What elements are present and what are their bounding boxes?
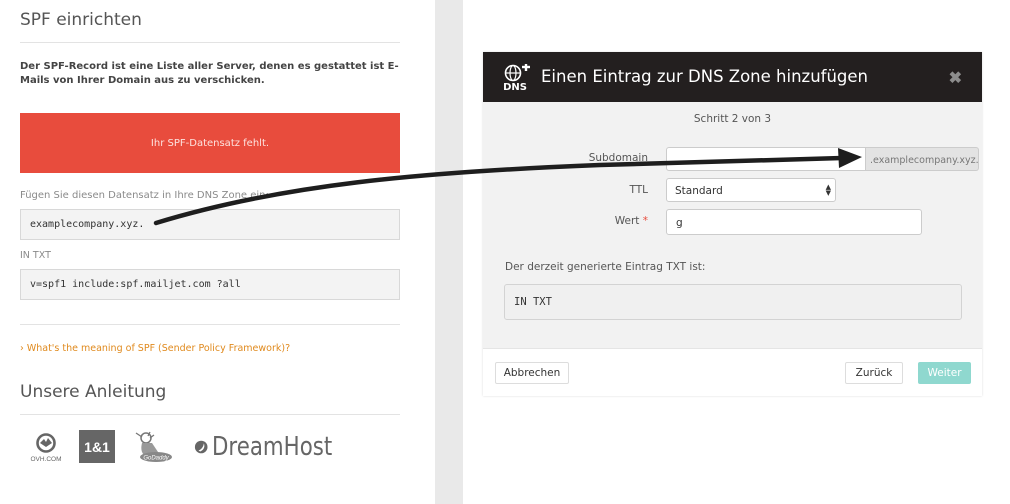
ovh-logo[interactable]: OVH.COM bbox=[26, 430, 66, 466]
subdomain-input[interactable] bbox=[666, 147, 866, 171]
spf-description: Der SPF-Record ist eine Liste aller Serv… bbox=[20, 61, 399, 86]
ttl-label: TTL bbox=[629, 184, 649, 196]
generated-entry-label: Der derzeit generierte Eintrag TXT ist: bbox=[505, 261, 706, 273]
missing-spf-alert: Ihr SPF-Datensatz fehlt. bbox=[20, 113, 400, 173]
divider bbox=[20, 42, 400, 43]
dialog-title: Einen Eintrag zur DNS Zone hinzufügen bbox=[541, 67, 869, 86]
godaddy-mascot-icon: GoDaddy bbox=[135, 431, 172, 462]
dreamhost-moon-icon bbox=[194, 440, 208, 454]
value-label: Wert * bbox=[483, 215, 648, 227]
spf-link-text: What's the meaning of SPF (Sender Policy… bbox=[26, 343, 291, 354]
ovh-logo-text: OVH.COM bbox=[30, 456, 62, 463]
divider bbox=[20, 414, 400, 415]
divider bbox=[20, 324, 400, 325]
add-record-hint: Fügen Sie diesen Datensatz in Ihre DNS Z… bbox=[20, 190, 269, 201]
value-input[interactable]: g bbox=[666, 209, 922, 235]
ttl-selected-value: Standard bbox=[675, 185, 723, 197]
chevron-right-icon: › bbox=[20, 343, 27, 354]
guide-title: Unsere Anleitung bbox=[20, 382, 167, 402]
add-dns-entry-dialog: DNS Einen Eintrag zur DNS Zone hinzufüge… bbox=[483, 52, 982, 396]
dreamhost-logo[interactable]: DreamHost bbox=[194, 430, 359, 464]
ttl-select[interactable]: Standard ▲ ▼ bbox=[666, 178, 836, 202]
close-icon[interactable]: ✖ bbox=[949, 68, 962, 88]
cancel-button[interactable]: Abbrechen bbox=[495, 362, 569, 384]
host-value-field[interactable]: examplecompany.xyz. bbox=[20, 209, 400, 240]
spf-record-value-field[interactable]: v=spf1 include:spf.mailjet.com ?all bbox=[20, 269, 400, 300]
step-indicator: Schritt 2 von 3 bbox=[693, 113, 772, 125]
back-button[interactable]: Zurück bbox=[845, 362, 903, 384]
one-and-one-logo[interactable]: 1&1 bbox=[79, 430, 115, 463]
dns-icon-text: DNS bbox=[503, 82, 527, 92]
page-title: SPF einrichten bbox=[20, 10, 142, 30]
panel-separator bbox=[435, 0, 463, 504]
spf-meaning-link[interactable]: › What's the meaning of SPF (Sender Poli… bbox=[20, 343, 290, 354]
alert-text: Ihr SPF-Datensatz fehlt. bbox=[150, 137, 270, 149]
dialog-footer: Abbrechen Zurück Weiter bbox=[483, 348, 982, 396]
subdomain-label: Subdomain bbox=[588, 152, 648, 164]
ovh-icon bbox=[36, 433, 56, 453]
one-and-one-logo-text: 1&1 bbox=[84, 438, 110, 455]
dialog-header: DNS Einen Eintrag zur DNS Zone hinzufüge… bbox=[483, 52, 982, 102]
godaddy-logo[interactable]: GoDaddy bbox=[130, 429, 178, 465]
godaddy-logo-text: GoDaddy bbox=[143, 456, 169, 462]
dreamhost-logo-text: DreamHost bbox=[212, 432, 333, 462]
spf-setup-panel: SPF einrichten Der SPF-Record ist eine L… bbox=[0, 0, 435, 504]
domain-suffix-addon: .examplecompany.xyz. bbox=[866, 147, 979, 171]
next-button[interactable]: Weiter bbox=[918, 362, 971, 384]
generated-entry-box: IN TXT bbox=[504, 284, 962, 320]
select-arrows-icon: ▲ ▼ bbox=[825, 183, 831, 197]
dns-globe-icon: DNS bbox=[503, 64, 530, 92]
record-type-label: IN TXT bbox=[20, 250, 51, 261]
required-marker: * bbox=[642, 215, 648, 227]
value-label-text: Wert bbox=[614, 215, 640, 227]
